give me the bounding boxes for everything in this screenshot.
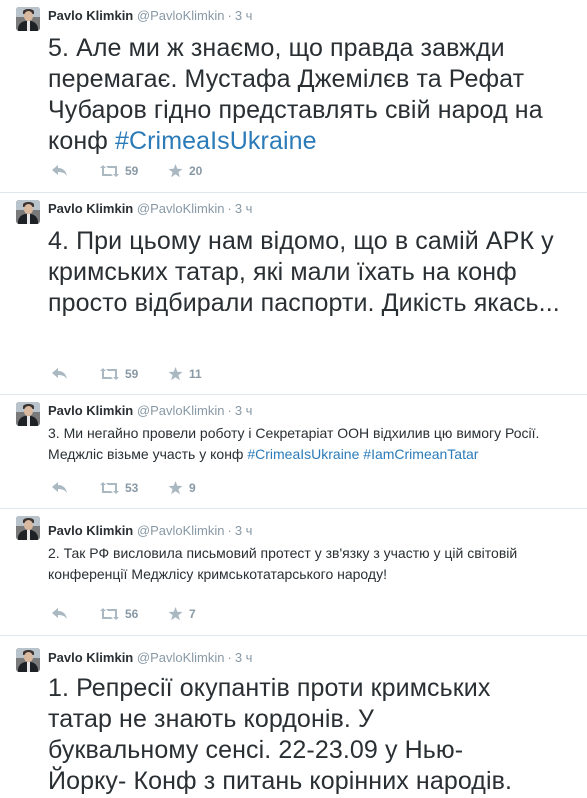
star-icon: [168, 481, 183, 495]
reply-icon: [52, 368, 67, 379]
retweet-icon: [100, 165, 119, 177]
tweet[interactable]: Pavlo Klimkin @PavloKlimkin · 3 ч 5. Але м…: [0, 0, 587, 193]
retweet-button[interactable]: 59: [100, 164, 168, 178]
author-handle[interactable]: @PavloKlimkin: [137, 201, 225, 216]
favorite-count: 9: [189, 481, 196, 495]
tweet-time[interactable]: 3 ч: [235, 403, 253, 418]
reply-button[interactable]: [52, 608, 100, 620]
author-handle[interactable]: @PavloKlimkin: [137, 650, 225, 665]
tweet-body: 1. Репресії окупантів проти кримських та…: [48, 674, 513, 795]
retweet-icon: [100, 608, 119, 620]
avatar[interactable]: [16, 7, 40, 31]
favorite-count: 11: [189, 367, 202, 381]
tweet-header: Pavlo Klimkin @PavloKlimkin · 3 ч: [48, 523, 252, 538]
favorite-count: 7: [189, 607, 196, 621]
favorite-count: 20: [189, 164, 203, 178]
tweet[interactable]: Pavlo Klimkin @PavloKlimkin · 3 ч 2. Так Р…: [0, 509, 587, 636]
tweet-header: Pavlo Klimkin @PavloKlimkin · 3 ч: [48, 8, 252, 23]
tweet-header: Pavlo Klimkin @PavloKlimkin · 3 ч: [48, 201, 252, 216]
hashtag-link[interactable]: #CrimeaIsUkraine: [115, 127, 317, 155]
tweet-body: 2. Так РФ висловила письмовий протест у …: [48, 545, 518, 582]
favorite-button[interactable]: 9: [168, 481, 228, 495]
reply-icon: [52, 165, 67, 176]
avatar[interactable]: [16, 516, 40, 540]
tweet-header: Pavlo Klimkin @PavloKlimkin · 3 ч: [48, 650, 252, 665]
avatar[interactable]: [16, 402, 40, 426]
star-icon: [168, 367, 183, 381]
author-handle[interactable]: @PavloKlimkin: [137, 8, 225, 23]
tweet-time[interactable]: 3 ч: [235, 201, 253, 216]
tweet[interactable]: Pavlo Klimkin @PavloKlimkin · 3 ч 4. При ц…: [0, 193, 587, 395]
favorite-button[interactable]: 11: [168, 367, 228, 381]
tweet-text: 3. Ми негайно провели роботу і Секретарі…: [48, 423, 577, 465]
tweet-actions: 59 20: [52, 162, 228, 180]
author-name[interactable]: Pavlo Klimkin: [48, 523, 133, 538]
retweet-count: 53: [125, 481, 139, 495]
tweet-actions: 59 11: [52, 365, 228, 383]
avatar[interactable]: [16, 200, 40, 224]
favorite-button[interactable]: 7: [168, 607, 228, 621]
separator-dot: ·: [227, 8, 232, 23]
author-name[interactable]: Pavlo Klimkin: [48, 201, 133, 216]
tweet-time[interactable]: 3 ч: [235, 650, 253, 665]
retweet-icon: [100, 482, 119, 494]
tweet-text: 2. Так РФ висловила письмовий протест у …: [48, 543, 577, 585]
separator-dot: ·: [227, 650, 232, 665]
tweet-text: 1. Репресії окупантів проти кримських та…: [48, 673, 527, 797]
retweet-icon: [100, 368, 119, 380]
separator-dot: ·: [227, 523, 232, 538]
retweet-count: 56: [125, 607, 139, 621]
tweet[interactable]: Pavlo Klimkin @PavloKlimkin · 3 ч 3. Ми не…: [0, 395, 587, 509]
reply-icon: [52, 608, 67, 619]
hashtag-link[interactable]: #CrimeaIsUkraine: [247, 446, 359, 462]
tweet-timeline: Pavlo Klimkin @PavloKlimkin · 3 ч 5. Але м…: [0, 0, 587, 798]
reply-button[interactable]: [52, 368, 100, 380]
tweet-time[interactable]: 3 ч: [235, 8, 253, 23]
tweet-header: Pavlo Klimkin @PavloKlimkin · 3 ч: [48, 403, 252, 418]
retweet-count: 59: [125, 164, 139, 178]
separator-dot: ·: [227, 201, 232, 216]
author-handle[interactable]: @PavloKlimkin: [137, 523, 225, 538]
author-handle[interactable]: @PavloKlimkin: [137, 403, 225, 418]
retweet-button[interactable]: 59: [100, 367, 168, 381]
tweet-actions: 53 9: [52, 479, 228, 497]
tweet-text: 4. При цьому нам відомо, що в самій АРК …: [48, 226, 577, 319]
retweet-button[interactable]: 56: [100, 607, 168, 621]
tweet-body: 4. При цьому нам відомо, що в самій АРК …: [48, 227, 560, 317]
reply-icon: [52, 482, 67, 493]
author-name[interactable]: Pavlo Klimkin: [48, 403, 133, 418]
reply-button[interactable]: [52, 165, 100, 177]
tweet-actions: 56 7: [52, 605, 228, 623]
author-name[interactable]: Pavlo Klimkin: [48, 8, 133, 23]
favorite-button[interactable]: 20: [168, 164, 228, 178]
hashtag-link[interactable]: #IamCrimeanTatar: [363, 446, 478, 462]
tweet-time[interactable]: 3 ч: [235, 523, 253, 538]
tweet-text: 5. Але ми ж знаємо, що правда завжди пер…: [48, 33, 577, 157]
star-icon: [168, 164, 183, 178]
separator-dot: ·: [227, 403, 232, 418]
retweet-count: 59: [125, 367, 139, 381]
tweet[interactable]: Pavlo Klimkin @PavloKlimkin · 3 ч 1. Репре…: [0, 636, 587, 798]
author-name[interactable]: Pavlo Klimkin: [48, 650, 133, 665]
avatar[interactable]: [16, 648, 40, 672]
reply-button[interactable]: [52, 482, 100, 494]
star-icon: [168, 607, 183, 621]
retweet-button[interactable]: 53: [100, 481, 168, 495]
